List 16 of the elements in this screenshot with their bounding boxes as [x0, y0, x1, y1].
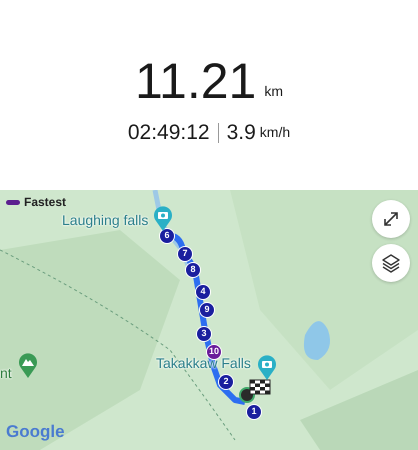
finish-flag-icon: [238, 378, 272, 404]
map-attribution: Google: [6, 420, 65, 443]
distance-unit: km: [264, 82, 284, 101]
speed-unit: km/h: [260, 123, 290, 142]
place-label: Laughing falls: [62, 211, 148, 230]
legend-label: Fastest: [24, 194, 66, 211]
duration-value: 02:49:12: [128, 122, 210, 143]
lake: [304, 321, 330, 360]
camera-pin-icon[interactable]: [257, 355, 277, 381]
distance-value: 11.21: [134, 56, 256, 106]
speed-value: 3.9: [226, 122, 256, 143]
layers-icon: [381, 253, 401, 273]
mountain-pin-icon[interactable]: [18, 353, 38, 379]
place-label: nt: [0, 364, 12, 383]
expand-icon: [382, 210, 400, 228]
camera-pin-icon[interactable]: [153, 206, 173, 232]
